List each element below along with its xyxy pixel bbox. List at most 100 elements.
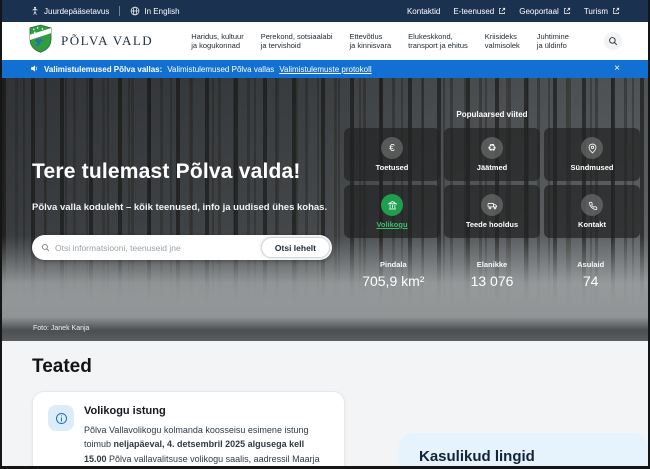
hero-search-bar: Otsi lehelt [32,235,332,260]
quicklink-grid: € Toetused ♻ Jäätmed Sündmused [344,128,640,238]
nav-label: ja kogukonnad [191,41,244,51]
phone-icon [581,194,603,216]
accessibility-label: Juurdepääsetavus [44,7,109,16]
topbar-link-kontaktid[interactable]: Kontaktid [407,7,440,16]
tile-kontakt[interactable]: Kontakt [544,185,640,238]
tile-label: Kontakt [578,220,606,229]
tile-teede-hooldus[interactable]: Teede hooldus [444,185,540,238]
tile-label: Sündmused [571,163,614,172]
nav-label: Haridus, kultuur [191,32,244,42]
hero-section: Tere tulemast Põlva valda! Põlva valla k… [2,78,648,341]
search-icon [41,243,50,252]
tile-volikogu[interactable]: Volikogu [344,185,440,238]
tile-jaatmed[interactable]: ♻ Jäätmed [444,128,540,181]
hero-search-input[interactable] [55,243,261,253]
useful-links-panel: Kasulikud lingid [399,433,648,469]
nav-label: Perekond, sotsiaalabi [261,32,333,42]
tile-label: Volikogu [376,220,407,229]
announcement-card[interactable]: Volikogu istung Põlva Vallavolikogu kolm… [32,391,345,469]
popular-links-heading: Populaarsed viited [344,110,640,119]
topbar-link-label: E-teenused [453,7,494,16]
main-nav: Haridus, kultuurja kogukonnad Perekond, … [191,32,569,51]
info-icon [48,405,74,431]
accessibility-link[interactable]: Juurdepääsetavus [30,6,109,16]
nav-label: Elukeskkond, [408,32,468,42]
alert-text: Valimistulemused Põlva vallas [167,65,274,74]
useful-links-heading: Kasulikud lingid [419,448,628,465]
nav-label: Kriisideks [485,32,520,42]
body-text: Põlva vallavalitsuse volikogu saalis, aa… [84,454,320,469]
tile-label: Teede hooldus [466,220,518,229]
megaphone-icon [30,64,39,75]
tile-label: Toetused [376,163,409,172]
external-link-icon [563,7,571,15]
alert-prefix: Valimistulemused Põlva vallas: [44,65,162,74]
nav-item-haridus[interactable]: Haridus, kultuurja kogukonnad [191,32,244,51]
nav-item-kriisideks[interactable]: Kriisideksvalmisolek [485,32,520,51]
tile-sundmused[interactable]: Sündmused [544,128,640,181]
stat-label: Elanikke [443,260,542,269]
recycle-icon: ♻ [481,137,503,159]
topbar-link-turism[interactable]: Turism [584,7,620,16]
alert-protocol-link[interactable]: Valimistulemuste protokoll [279,65,371,74]
page: Juurdepääsetavus In English Kontaktid E-… [0,0,650,469]
hero-subtitle: Põlva valla koduleht – kõik teenused, in… [32,202,332,213]
euro-icon: € [381,137,403,159]
townhall-icon [381,194,403,216]
hero-intro: Tere tulemast Põlva valda! Põlva valla k… [32,160,332,260]
nav-item-perekond[interactable]: Perekond, sotsiaalabija tervishoid [261,32,333,51]
topbar-link-e-teenused[interactable]: E-teenused [453,7,506,16]
tile-label: Jäätmed [477,163,507,172]
stat-value: 13 076 [443,273,542,289]
popular-links-panel: Populaarsed viited € Toetused ♻ Jäätmed … [344,110,640,238]
nav-label: valmisolek [485,41,520,51]
nav-item-ettevotlus[interactable]: Ettevõtlusja kinnisvara [349,32,391,51]
hero-title: Tere tulemast Põlva valda! [32,160,332,184]
stat-label: Pindala [344,260,443,269]
brand-name: PÕLVA VALD [61,33,153,49]
stat-elanikke: Elanikke 13 076 [443,260,542,289]
nav-label: ja tervishoid [261,41,333,51]
stat-label: Asulaid [541,260,640,269]
external-link-icon [498,7,506,15]
search-icon [608,34,618,49]
municipality-stats: Pindala 705,9 km² Elanikke 13 076 Asulai… [344,260,640,289]
topbar-divider [119,6,120,16]
header-search-button[interactable] [604,32,622,50]
nav-label: transport ja ehitus [408,41,468,51]
language-label: In English [144,7,179,16]
nav-label: ja kinnisvara [349,41,391,51]
accessibility-icon [30,6,40,16]
site-header: PÕLVA VALD Haridus, kultuurja kogukonnad… [2,22,648,60]
globe-icon [130,6,140,16]
topbar-link-label: Geoportaal [519,7,559,16]
photo-credit: Foto: Janek Kanja [33,325,89,332]
alert-close-button[interactable]: × [614,64,620,74]
nav-label: ja üldinfo [537,41,569,51]
pin-icon [581,137,603,159]
stat-value: 74 [541,273,640,289]
nav-label: Juhtimine [537,32,569,42]
announcements-heading: Teated [32,356,648,378]
alert-banner: Valimistulemused Põlva vallas: Valimistu… [2,60,648,78]
nav-item-juhtimine[interactable]: Juhtimineja üldinfo [537,32,569,51]
coat-of-arms-icon [28,24,53,58]
truck-icon [481,194,503,216]
nav-item-elukeskkond[interactable]: Elukeskkond,transport ja ehitus [408,32,468,51]
external-link-icon [612,7,620,15]
top-utility-bar: Juurdepääsetavus In English Kontaktid E-… [2,0,648,22]
announcement-body: Põlva Vallavolikogu kolmanda koosseisu e… [84,423,329,469]
topbar-link-label: Turism [584,7,608,16]
stat-asulaid: Asulaid 74 [541,260,640,289]
brand-logo[interactable]: PÕLVA VALD [28,24,153,58]
hero-search-submit-button[interactable]: Otsi lehelt [261,237,330,258]
announcements-section: Teated Volikogu istung Põlva Vallavoliko… [2,341,648,469]
stat-pindala: Pindala 705,9 km² [344,260,443,289]
tile-toetused[interactable]: € Toetused [344,128,440,181]
topbar-link-label: Kontaktid [407,7,440,16]
nav-label: Ettevõtlus [349,32,391,42]
stat-value: 705,9 km² [344,273,443,289]
topbar-link-geoportaal[interactable]: Geoportaal [519,7,571,16]
announcement-title: Volikogu istung [84,405,329,417]
language-switch[interactable]: In English [130,6,179,16]
